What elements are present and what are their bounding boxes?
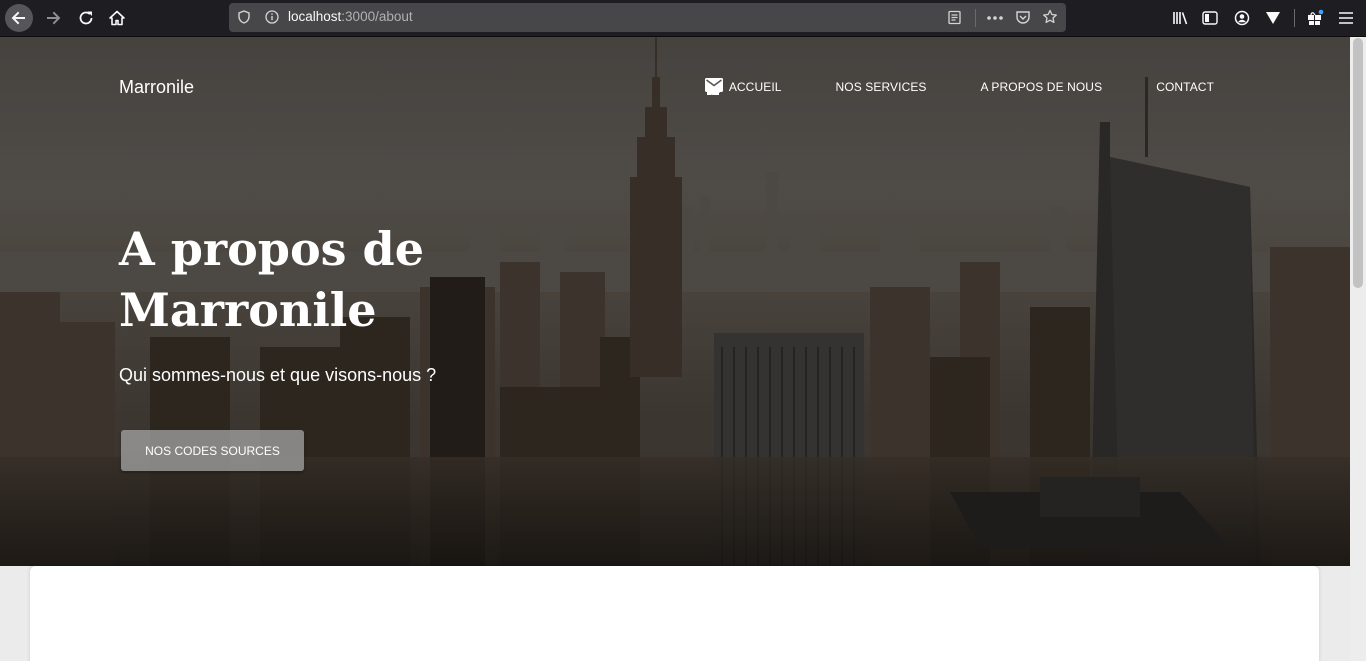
brand-logo[interactable]: Marronile — [119, 77, 194, 98]
urlbar-separator — [975, 9, 976, 27]
toolbar-separator — [1294, 9, 1295, 27]
url-host: localhost — [288, 9, 342, 24]
forward-icon — [47, 11, 61, 25]
menu-icon — [1339, 12, 1353, 24]
reload-icon — [79, 11, 93, 25]
page-viewport: Marronile ACCUEIL NOS SERVICES A PROPOS … — [0, 37, 1350, 661]
bookmark-star-icon[interactable] — [1042, 9, 1058, 25]
url-text[interactable]: localhost:3000/about — [288, 9, 413, 24]
more-icon[interactable] — [986, 15, 1004, 21]
reload-button[interactable] — [72, 4, 100, 32]
reader-view-icon[interactable] — [947, 10, 962, 25]
page-title-line-2: Marronile — [119, 283, 377, 337]
forward-button[interactable] — [39, 4, 67, 32]
nav-item-contact[interactable]: CONTACT — [704, 78, 1214, 96]
library-button[interactable] — [1166, 4, 1194, 32]
content-card — [30, 566, 1319, 661]
account-button[interactable] — [1228, 4, 1256, 32]
info-icon — [704, 78, 975, 96]
nav-item-label: A PROPOS DE NOUS — [980, 80, 1103, 94]
back-button[interactable] — [5, 4, 33, 32]
home-icon — [109, 10, 125, 26]
url-bar[interactable]: localhost:3000/about — [229, 3, 1066, 32]
nav-item-label: NOS SERVICES — [835, 80, 927, 94]
vpn-button[interactable] — [1259, 4, 1287, 32]
account-icon — [1234, 10, 1250, 26]
library-icon — [1172, 12, 1187, 25]
page-subtitle: Qui sommes-nous et que visons-nous ? — [119, 365, 437, 385]
back-icon — [11, 11, 25, 25]
pocket-icon[interactable] — [1015, 10, 1031, 25]
info-icon[interactable] — [265, 10, 279, 24]
browser-toolbar: localhost:3000/about — [0, 0, 1366, 37]
nav-item-a-propos[interactable]: A PROPOS DE NOUS — [704, 78, 1103, 96]
puzzle-icon — [706, 78, 830, 96]
home-button[interactable] — [103, 4, 131, 32]
mail-icon — [704, 78, 1150, 96]
main-nav: ACCUEIL NOS SERVICES A PROPOS DE NOUS CO… — [704, 78, 1214, 96]
menu-button[interactable] — [1332, 4, 1360, 32]
nav-item-nos-services[interactable]: NOS SERVICES — [706, 78, 927, 96]
extensions-button[interactable] — [1301, 4, 1329, 32]
url-path: :3000/about — [341, 9, 413, 24]
nav-item-label: ACCUEIL — [728, 80, 782, 94]
extensions-icon — [1308, 9, 1324, 25]
page-title: A propos de Marronile — [119, 219, 479, 341]
source-code-button[interactable]: NOS CODES SOURCES — [121, 430, 304, 471]
sidebar-button[interactable] — [1196, 4, 1224, 32]
shield-icon[interactable] — [237, 10, 251, 24]
nav-item-label: CONTACT — [1156, 80, 1214, 94]
scrollbar-thumb[interactable] — [1353, 38, 1363, 288]
hero-section: Marronile ACCUEIL NOS SERVICES A PROPOS … — [0, 37, 1350, 566]
page-title-line-1: A propos de — [119, 222, 424, 276]
vpn-icon — [1266, 12, 1280, 24]
sidebar-icon — [1202, 11, 1218, 25]
